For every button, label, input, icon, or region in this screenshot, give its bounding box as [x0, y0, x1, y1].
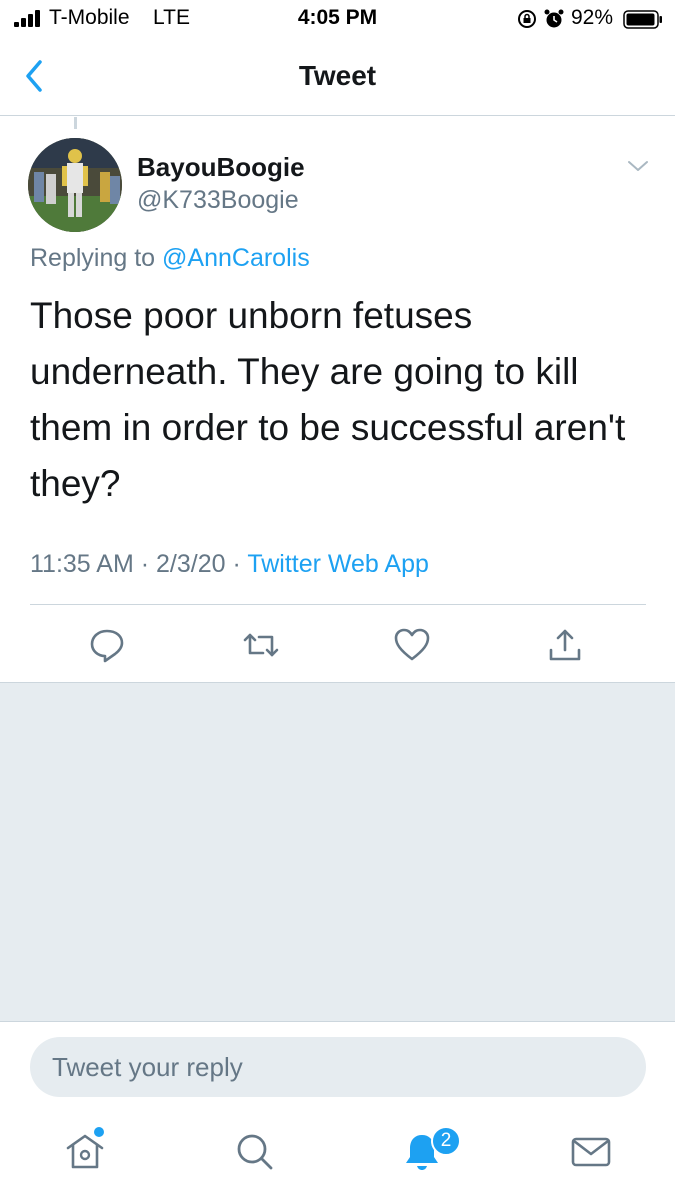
- retweet-icon[interactable]: [241, 625, 281, 665]
- page-title: Tweet: [298, 60, 377, 91]
- tweet-actions: [0, 625, 675, 665]
- nav-bar: Tweet: [0, 38, 675, 116]
- search-icon[interactable]: [233, 1130, 277, 1174]
- battery-percent: 92%: [571, 6, 614, 29]
- divider: [30, 604, 646, 605]
- tweet-time: 11:35 AM: [30, 550, 134, 578]
- mention-link[interactable]: @AnnCarolis: [162, 244, 310, 272]
- meta-separator: ·: [232, 550, 241, 578]
- tab-bar: [0, 1110, 675, 1200]
- replying-to: Replying to @AnnCarolis: [30, 244, 310, 273]
- notification-badge: 2: [431, 1126, 461, 1156]
- replying-prefix: Replying to: [30, 244, 156, 272]
- battery-icon: [623, 10, 662, 29]
- tweet-meta: 11:35 AM · 2/3/20 · Twitter Web App: [30, 550, 429, 579]
- like-icon[interactable]: [392, 625, 432, 665]
- display-name[interactable]: BayouBoogie: [137, 152, 305, 183]
- reply-input[interactable]: [30, 1037, 646, 1097]
- tweet-source[interactable]: Twitter Web App: [247, 550, 429, 578]
- meta-separator: ·: [140, 550, 150, 578]
- orientation-lock-icon: [518, 10, 536, 28]
- thread-line: [74, 117, 77, 129]
- alarm-icon: [544, 9, 564, 28]
- user-handle[interactable]: @K733Boogie: [137, 186, 299, 215]
- messages-icon[interactable]: [569, 1130, 613, 1174]
- replies-area: [0, 682, 675, 1022]
- share-icon[interactable]: [545, 625, 585, 665]
- reply-icon[interactable]: [87, 625, 127, 665]
- status-bar: T-Mobile LTE 4:05 PM 92%: [0, 0, 675, 38]
- avatar[interactable]: [28, 138, 122, 232]
- chevron-down-icon[interactable]: [626, 156, 650, 176]
- home-unread-dot: [94, 1127, 104, 1137]
- tweet-date: 2/3/20: [156, 550, 226, 578]
- tweet-text: Those poor unborn fetuses underneath. Th…: [30, 295, 626, 504]
